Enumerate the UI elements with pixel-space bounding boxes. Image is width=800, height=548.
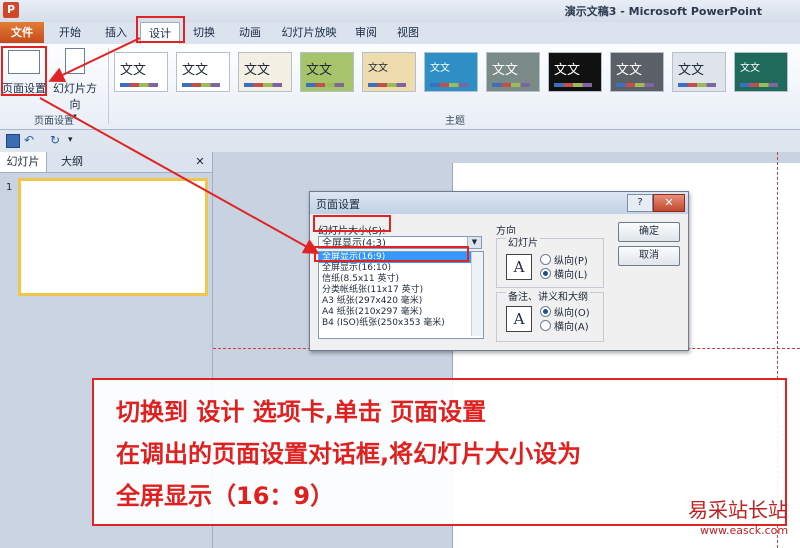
instruction-box: 切换到 设计 选项卡,单击 页面设置 在调出的页面设置对话框,将幻灯片大小设为 … xyxy=(92,378,787,526)
arrow-button-to-option xyxy=(39,97,320,254)
instruction-line: 在调出的页面设置对话框,将幻灯片大小设为 xyxy=(116,440,582,468)
watermark-url: www.easck.com xyxy=(700,524,789,537)
arrow-tab-to-button xyxy=(48,37,141,83)
instruction-line: 切换到 设计 选项卡,单击 页面设置 xyxy=(116,398,487,426)
instruction-line: 全屏显示（16：9） xyxy=(116,482,335,510)
watermark-site: 易采站长站 xyxy=(688,498,788,522)
